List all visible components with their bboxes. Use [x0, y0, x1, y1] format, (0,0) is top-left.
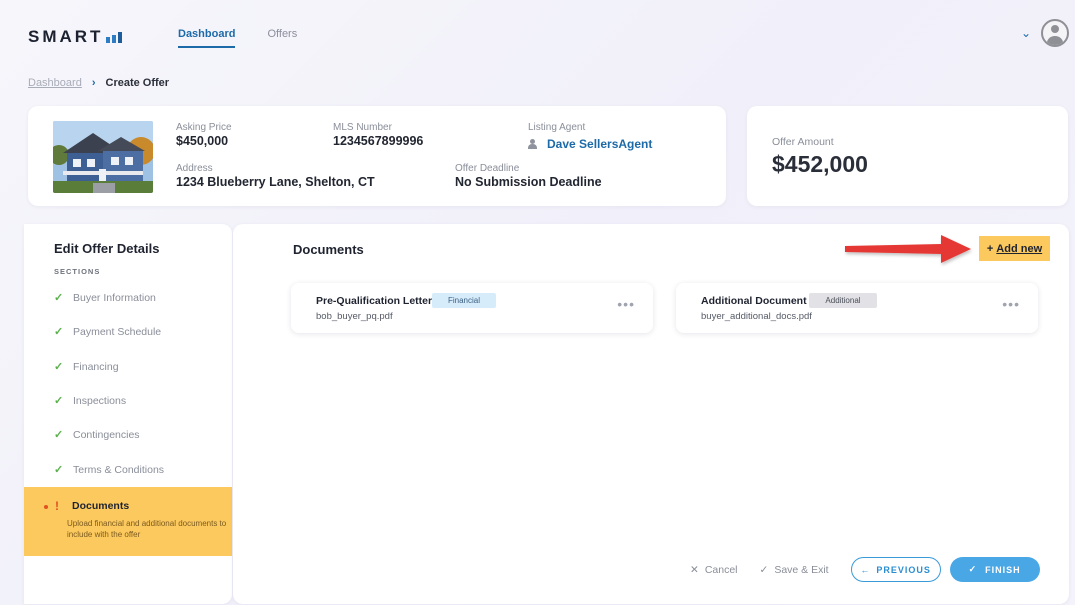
- close-icon: ✕: [690, 563, 699, 576]
- footer-actions: ✕ Cancel ✓ Save & Exit ← PREVIOUS ✓ FINI…: [690, 557, 1040, 582]
- document-card[interactable]: Pre-Qualification Letter Financial bob_b…: [291, 283, 653, 333]
- sidebar-item-buyer-information[interactable]: ✓ Buyer Information: [54, 291, 156, 305]
- mls-label: MLS Number: [333, 122, 392, 133]
- mls-value: 1234567899996: [333, 134, 424, 148]
- document-filename: buyer_additional_docs.pdf: [701, 311, 812, 322]
- chevron-right-icon: ›: [91, 77, 96, 89]
- sidebar-item-label: Buyer Information: [73, 291, 156, 304]
- sidebar-item-label: Inspections: [73, 394, 127, 407]
- sidebar-item-terms-conditions[interactable]: ✓ Terms & Conditions: [54, 463, 165, 477]
- nav-dashboard[interactable]: Dashboard: [178, 28, 236, 48]
- check-icon: ✓: [54, 292, 64, 304]
- person-icon: [528, 139, 537, 149]
- check-icon: ✓: [54, 395, 64, 407]
- breadcrumb: Dashboard › Create Offer: [28, 77, 169, 89]
- address-label: Address: [176, 163, 213, 174]
- check-icon: ✓: [759, 563, 769, 576]
- app-logo[interactable]: SMART: [28, 27, 123, 47]
- offer-amount-card: Offer Amount $452,000: [747, 106, 1068, 206]
- sidebar-item-label: Contingencies: [73, 428, 140, 441]
- finish-button[interactable]: ✓ FINISH: [949, 557, 1040, 582]
- breadcrumb-dashboard-link[interactable]: Dashboard: [28, 77, 82, 89]
- offer-amount-value: $452,000: [772, 151, 868, 177]
- offer-deadline-value: No Submission Deadline: [455, 175, 602, 189]
- plus-icon: +: [986, 242, 994, 255]
- address-value: 1234 Blueberry Lane, Shelton, CT: [176, 175, 375, 189]
- sidebar-item-label: Documents: [72, 500, 130, 512]
- sidebar-item-contingencies[interactable]: ✓ Contingencies: [54, 428, 140, 442]
- document-tag-additional: Additional: [809, 293, 877, 308]
- asking-price-label: Asking Price: [176, 122, 232, 133]
- user-menu[interactable]: ⌄: [1021, 19, 1069, 47]
- logo-bars-icon: [106, 31, 123, 43]
- save-exit-button[interactable]: ✓ Save & Exit: [760, 564, 829, 576]
- check-icon: ✓: [54, 326, 64, 338]
- cancel-button[interactable]: ✕ Cancel: [690, 564, 738, 576]
- chevron-down-icon[interactable]: ⌄: [1021, 26, 1031, 40]
- listing-agent-name: Dave SellersAgent: [547, 137, 653, 151]
- top-nav: Dashboard Offers: [178, 28, 297, 48]
- previous-button[interactable]: ← PREVIOUS: [850, 557, 941, 582]
- listing-agent-label: Listing Agent: [528, 122, 586, 133]
- document-name: Additional Document: [701, 295, 807, 307]
- save-exit-label: Save & Exit: [774, 563, 829, 576]
- add-new-button[interactable]: + Add new: [979, 236, 1050, 261]
- annotation-arrow-icon: [845, 235, 971, 263]
- listing-agent-link[interactable]: Dave SellersAgent: [528, 137, 652, 151]
- exclamation-icon: !: [55, 499, 59, 513]
- sidebar-item-label: Financing: [73, 360, 119, 373]
- document-name: Pre-Qualification Letter: [316, 295, 433, 307]
- cancel-label: Cancel: [704, 563, 738, 576]
- sidebar-item-label: Terms & Conditions: [73, 463, 165, 476]
- document-filename: bob_buyer_pq.pdf: [316, 311, 393, 322]
- documents-title: Documents: [293, 242, 364, 257]
- breadcrumb-current: Create Offer: [105, 77, 170, 89]
- more-options-icon[interactable]: •••: [617, 297, 635, 311]
- document-tag-financial: Financial: [432, 293, 496, 308]
- sidebar-item-financing[interactable]: ✓ Financing: [54, 360, 119, 374]
- sidebar-item-documents[interactable]: ! Documents Upload financial and additio…: [24, 487, 232, 556]
- previous-label: PREVIOUS: [876, 564, 931, 575]
- sidebar-item-description: Upload financial and additional document…: [67, 519, 227, 539]
- check-icon: ✓: [54, 464, 64, 476]
- check-icon: ✓: [54, 361, 64, 373]
- edit-offer-sidebar: Edit Offer Details SECTIONS ✓ Buyer Info…: [24, 224, 232, 604]
- document-card[interactable]: Additional Document Additional buyer_add…: [676, 283, 1038, 333]
- sidebar-item-payment-schedule[interactable]: ✓ Payment Schedule: [54, 325, 162, 339]
- offer-deadline-label: Offer Deadline: [455, 163, 520, 174]
- finish-label: FINISH: [985, 564, 1021, 575]
- logo-text: SMART: [28, 27, 104, 46]
- arrow-left-icon: ←: [860, 564, 871, 575]
- documents-panel: Documents + Add new Pre-Qualification Le…: [233, 224, 1069, 604]
- active-dot-icon: [44, 505, 48, 509]
- avatar-icon[interactable]: [1041, 19, 1069, 47]
- check-icon: ✓: [968, 564, 978, 574]
- nav-offers[interactable]: Offers: [267, 28, 297, 48]
- property-photo: [53, 121, 153, 193]
- check-icon: ✓: [54, 429, 64, 441]
- property-summary-card: Asking Price $450,000 MLS Number 1234567…: [28, 106, 726, 206]
- asking-price-value: $450,000: [176, 134, 229, 148]
- add-new-label: Add new: [996, 242, 1043, 255]
- sidebar-item-label: Payment Schedule: [73, 325, 162, 338]
- sections-label: SECTIONS: [54, 267, 101, 276]
- offer-amount-label: Offer Amount: [772, 136, 834, 148]
- more-options-icon[interactable]: •••: [1002, 297, 1020, 311]
- sidebar-item-inspections[interactable]: ✓ Inspections: [54, 394, 127, 408]
- sidebar-title: Edit Offer Details: [54, 241, 160, 256]
